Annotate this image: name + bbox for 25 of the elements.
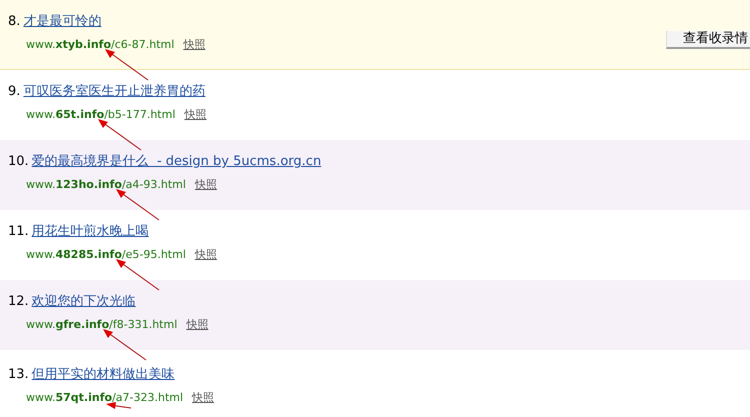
result-url: www.57qt.info/a7-323.html bbox=[26, 390, 184, 405]
result-title-link[interactable]: 可叹医务室医生开止泄养胃的药 bbox=[23, 83, 206, 101]
snapshot-link[interactable]: 快照 bbox=[192, 390, 214, 405]
result-url: www.gfre.info/f8-331.html bbox=[26, 317, 178, 332]
result-title-link[interactable]: 但用平实的材料做出美味 bbox=[32, 366, 175, 384]
snapshot-link[interactable]: 快照 bbox=[194, 177, 217, 192]
result-url: www.48285.info/e5-95.html bbox=[26, 247, 186, 262]
result-number: 13. bbox=[8, 366, 29, 384]
result-number: 9. bbox=[8, 83, 20, 101]
result-url: www.xtyb.info/c6-87.html bbox=[26, 37, 174, 52]
snapshot-link[interactable]: 快照 bbox=[183, 37, 206, 52]
result-title-link[interactable]: 爱的最高境界是什么 - design by 5ucms.org.cn bbox=[32, 153, 322, 171]
result-url: www.65t.info/b5-177.html bbox=[26, 107, 176, 122]
side-button[interactable]: 查看收录情 bbox=[666, 31, 750, 49]
result-title-link[interactable]: 才是最可怜的 bbox=[23, 13, 102, 31]
result-title-link[interactable]: 用花生叶煎水晚上喝 bbox=[32, 223, 149, 241]
snapshot-link[interactable]: 快照 bbox=[184, 107, 206, 122]
result-title-link[interactable]: 欢迎您的下次光临 bbox=[32, 293, 136, 311]
result-number: 8. bbox=[8, 13, 20, 31]
snapshot-link[interactable]: 快照 bbox=[186, 317, 208, 332]
result-number: 10. bbox=[8, 153, 29, 171]
result-number: 11. bbox=[8, 223, 29, 241]
result-number: 12. bbox=[8, 293, 29, 311]
result-url: www.123ho.info/a4-93.html bbox=[26, 177, 186, 192]
snapshot-link[interactable]: 快照 bbox=[194, 247, 217, 262]
